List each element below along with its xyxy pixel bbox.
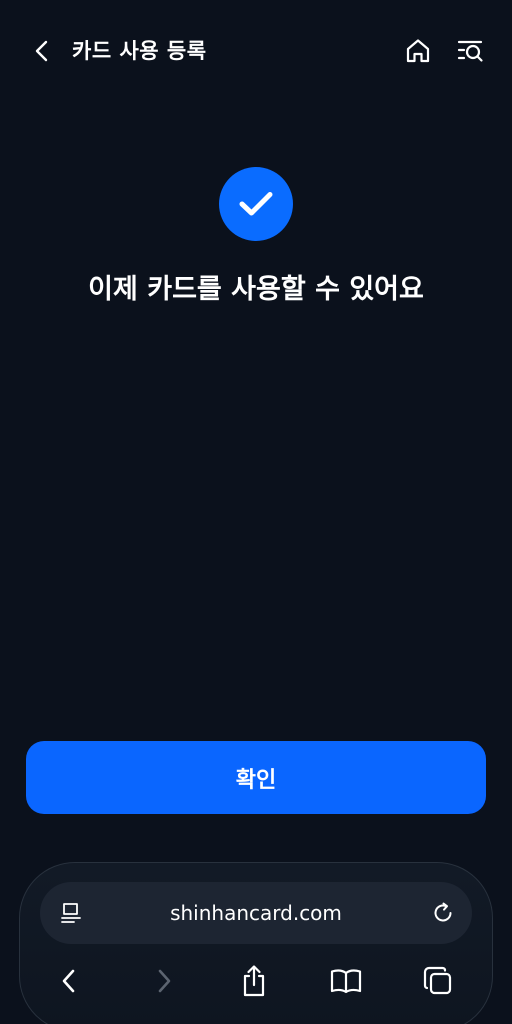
confirm-button[interactable]: 확인: [26, 741, 486, 814]
share-icon: [239, 964, 269, 998]
menu-search-button[interactable]: [452, 34, 488, 68]
bookmarks-icon: [329, 967, 363, 995]
tabs-icon: [422, 965, 454, 997]
success-message: 이제 카드를 사용할 수 있어요: [88, 274, 424, 305]
reader-icon: [60, 901, 82, 925]
page-title: 카드 사용 등록: [72, 39, 207, 63]
back-button[interactable]: [26, 34, 58, 68]
reload-icon: [431, 901, 455, 925]
screen: 카드 사용 등록 이제 카드를 사용할 수 있어요 확인 shinhancard…: [0, 0, 512, 1024]
menu-search-icon: [455, 37, 485, 65]
home-icon: [404, 37, 432, 65]
share-button[interactable]: [234, 962, 274, 1000]
browser-forward-button[interactable]: [144, 962, 184, 1000]
app-header: 카드 사용 등록: [0, 0, 512, 100]
browser-back-button[interactable]: [49, 962, 89, 1000]
reader-button[interactable]: [56, 898, 86, 928]
back-icon: [59, 967, 79, 995]
forward-icon: [154, 967, 174, 995]
url-text[interactable]: shinhancard.com: [100, 897, 412, 929]
reload-button[interactable]: [428, 898, 458, 928]
home-button[interactable]: [400, 34, 436, 68]
chevron-left-icon: [33, 39, 51, 63]
check-circle-icon: [219, 167, 293, 241]
tabs-button[interactable]: [418, 962, 458, 1000]
bookmarks-button[interactable]: [326, 962, 366, 1000]
